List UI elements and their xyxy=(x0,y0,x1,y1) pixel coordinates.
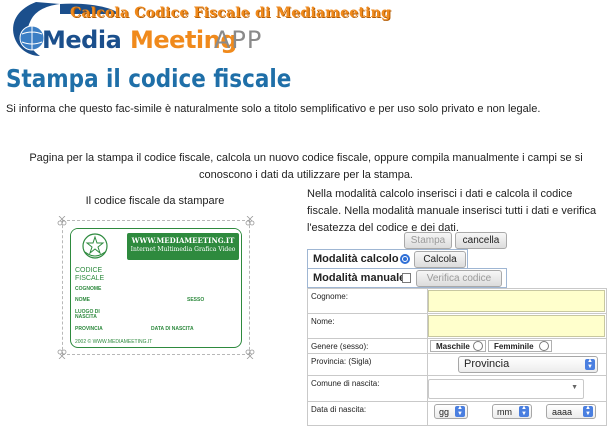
banner-title: Calcola Codice Fiscale di Mediameeting xyxy=(70,5,391,21)
cognome-label: Cognome: xyxy=(311,292,348,301)
scissors-icon xyxy=(245,216,255,226)
mm-select[interactable]: mm ▲ ▼ xyxy=(492,404,532,419)
row-comune: Comune di nascita: ▼ xyxy=(308,376,606,402)
femminile-radio[interactable] xyxy=(539,341,549,351)
row-cognome: Cognome: xyxy=(308,289,606,314)
mode-calcolo-radio[interactable] xyxy=(400,254,410,264)
intro-text: Si informa che questo fac-simile è natur… xyxy=(6,103,541,115)
nome-label: Nome: xyxy=(311,317,335,326)
mode-calcolo-label: Modalità calcolo xyxy=(313,253,399,265)
scissors-icon xyxy=(245,349,255,359)
stampa-button[interactable]: Stampa xyxy=(404,232,452,249)
card-label-sesso: SESSO xyxy=(187,297,205,303)
row-data-nascita: Data di nascita: gg ▲ ▼ mm ▲ ▼ aaaa ▲ ▼ xyxy=(308,402,606,426)
page-title: Stampa il codice fiscale xyxy=(6,64,292,93)
provincia-label: Provincia: (Sigla) xyxy=(311,357,372,366)
calcola-button[interactable]: Calcola xyxy=(414,251,466,268)
row-nome: Nome: xyxy=(308,314,606,339)
logo-app-text: APP xyxy=(214,26,263,54)
italian-emblem-icon xyxy=(82,233,108,259)
chevron-down-icon: ▼ xyxy=(571,384,578,391)
description-text: Pagina per la stampa il codice fiscale, … xyxy=(29,152,583,181)
mode-manuale-label: Modalità manuale xyxy=(313,272,406,284)
card-header: WWW.MEDIAMEETING.IT Internet Multimedia … xyxy=(71,229,241,261)
row-genere: Genere (sesso): Maschile Femminile xyxy=(308,339,606,354)
card-label-nascita: NASCITA xyxy=(75,314,97,320)
select-arrows-icon: ▲ ▼ xyxy=(583,405,593,417)
select-arrows-icon: ▲ ▼ xyxy=(519,405,529,417)
provincia-value: Provincia xyxy=(464,358,510,370)
card-subtitle: Internet Multimedia Grafica Video xyxy=(130,246,236,253)
header-banner: Calcola Codice Fiscale di Mediameeting M… xyxy=(0,0,610,58)
mode-calcolo-row: Modalità calcolo Calcola xyxy=(307,249,468,269)
comune-label: Comune di nascita: xyxy=(311,379,380,388)
card-footer: 2002 © WWW.MEDIAMEETING.IT xyxy=(75,339,153,345)
row-provincia: Provincia: (Sigla) Provincia ▲ ▼ xyxy=(308,354,606,376)
femminile-option[interactable]: Femminile xyxy=(488,340,552,352)
scissors-icon xyxy=(57,216,67,226)
genere-label: Genere (sesso): xyxy=(311,342,369,351)
card-preview: WWW.MEDIAMEETING.IT Internet Multimedia … xyxy=(57,216,255,359)
aaaa-select[interactable]: aaaa ▲ ▼ xyxy=(546,404,596,419)
mode-description: Nella modalità calcolo inserisci i dati … xyxy=(307,188,597,234)
verifica-codice-button[interactable]: Verifica codice xyxy=(416,270,502,287)
maschile-option[interactable]: Maschile xyxy=(430,340,486,352)
cognome-input[interactable] xyxy=(428,290,605,312)
card-label-data: DATA DI NASCITA xyxy=(151,326,194,332)
provincia-select[interactable]: Provincia ▲ ▼ xyxy=(458,356,598,373)
logo-media-text: Media xyxy=(42,26,122,54)
card-label-nome: NOME xyxy=(75,297,90,303)
femminile-label: Femminile xyxy=(494,342,534,351)
card-site: WWW.MEDIAMEETING.IT xyxy=(131,236,235,245)
card-caption: Il codice fiscale da stampare xyxy=(85,195,225,207)
mode-manuale-row: Modalità manuale Verifica codice xyxy=(307,268,507,288)
gg-select[interactable]: gg ▲ ▼ xyxy=(434,404,468,419)
select-arrows-icon: ▲ ▼ xyxy=(455,405,465,417)
codice-fiscale-card: WWW.MEDIAMEETING.IT Internet Multimedia … xyxy=(70,228,242,348)
select-arrows-icon: ▲ ▼ xyxy=(585,358,595,370)
nome-input[interactable] xyxy=(428,315,605,337)
scissors-icon xyxy=(57,349,67,359)
maschile-label: Maschile xyxy=(436,342,470,351)
form-table: Cognome: Nome: Genere (sesso): Maschile … xyxy=(307,288,607,426)
card-cf-title: CODICE FISCALE xyxy=(75,267,105,282)
card-label-cognome: COGNOME xyxy=(75,286,102,292)
maschile-radio[interactable] xyxy=(473,341,483,351)
mode-manuale-checkbox[interactable] xyxy=(402,273,411,283)
data-label: Data di nascita: xyxy=(311,405,367,414)
cancella-button[interactable]: cancella xyxy=(455,232,507,249)
comune-combobox[interactable]: ▼ xyxy=(428,379,584,399)
card-label-provincia: PROVINCIA xyxy=(75,326,103,332)
